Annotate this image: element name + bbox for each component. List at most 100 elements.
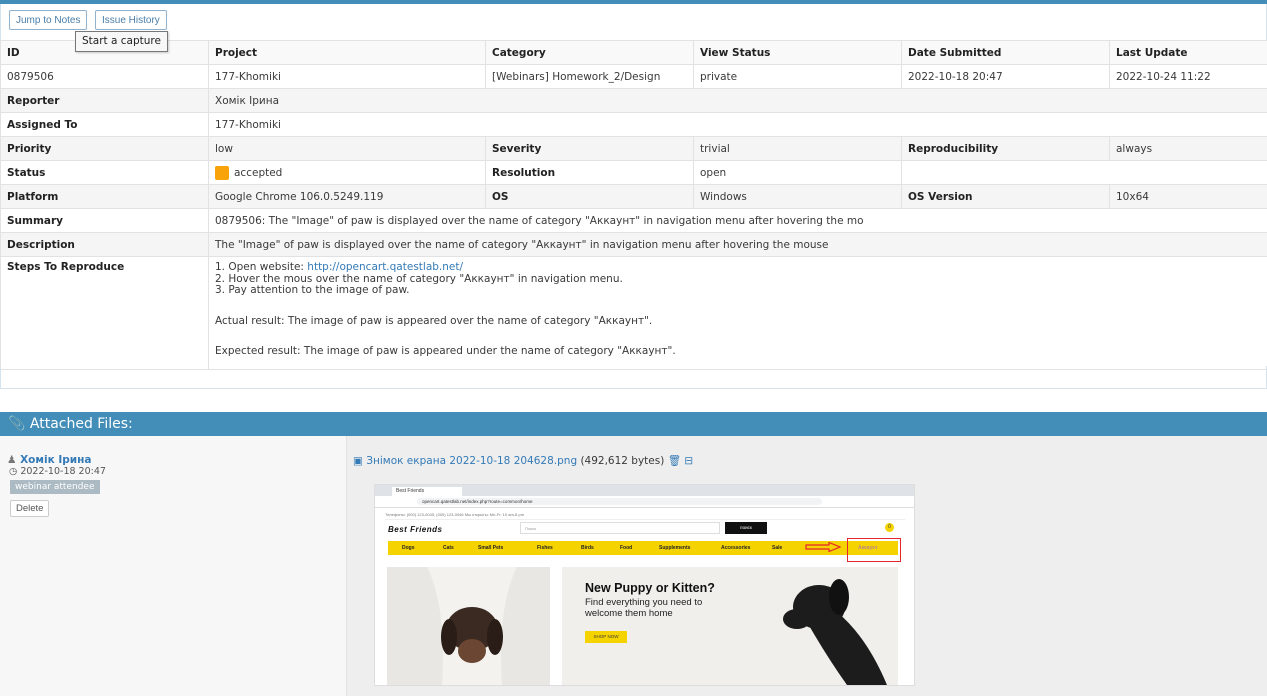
os-version-value: 10x64 [1109, 184, 1267, 209]
summary-label: Summary [0, 208, 209, 233]
issue-details-table: ID Project Category View Status Date Sub… [0, 40, 1267, 370]
reproducibility-value: always [1109, 136, 1267, 161]
priority-value: low [208, 136, 486, 161]
description-row: Description The "Image" of paw is displa… [0, 232, 1267, 257]
details-panel-footer [0, 366, 1267, 389]
header-category: Category [485, 40, 694, 65]
attachment-file-line: ▣ Знімок екрана 2022-10-18 204628.png (4… [353, 454, 693, 467]
site-top-info: Телефоны: (000) 123-0045, (000) 123-0046… [385, 510, 905, 520]
issue-project: 177-Khomiki [208, 64, 486, 89]
resolution-label: Resolution [485, 160, 694, 185]
attachment-file-size: (492,612 bytes) [580, 455, 665, 467]
dachshund-image-icon [427, 567, 517, 685]
hero-subtitle: Find everything you need to welcome them… [585, 597, 703, 619]
browser-url: opencart.qatestlab.net/index.php?route=c… [417, 498, 822, 505]
attachment-thumbnail[interactable]: Best Friends opencart.qatestlab.net/inde… [374, 484, 915, 686]
site-nav-item: Cats [443, 545, 454, 551]
issue-date-submitted: 2022-10-18 20:47 [901, 64, 1110, 89]
issue-toolbar: Jump to Notes Issue History [0, 4, 1267, 40]
jump-to-notes-button[interactable]: Jump to Notes [9, 10, 88, 30]
status-color-square-icon [215, 165, 229, 180]
site-nav-item: Fishes [537, 545, 553, 551]
clock-icon: ◷ [9, 466, 18, 477]
platform-value: Google Chrome 106.0.5249.119 [208, 184, 486, 209]
issue-last-update: 2022-10-24 11:22 [1109, 64, 1267, 89]
site-nav-item: Accessories [721, 545, 751, 551]
platform-row: Platform Google Chrome 106.0.5249.119 OS… [0, 184, 1267, 209]
os-version-label: OS Version [901, 184, 1110, 209]
image-file-icon: ▣ [353, 455, 363, 467]
description-value: The "Image" of paw is displayed over the… [208, 232, 1267, 257]
step-3-text: 3. Pay attention to the image of paw. [215, 284, 410, 296]
attachment-date-text: 2022-10-18 20:47 [20, 466, 106, 477]
reproducibility-label: Reproducibility [901, 136, 1110, 161]
actual-result-text: Actual result: The image of paw is appea… [215, 314, 653, 327]
issue-history-button[interactable]: Issue History [95, 10, 167, 30]
status-value: accepted [234, 166, 283, 179]
assigned-value: 177-Khomiki [208, 112, 1267, 137]
reporter-value: Хомік Ірина [208, 88, 1267, 113]
browser-tab: Best Friends [392, 487, 462, 496]
status-row: Status accepted Resolution open [0, 160, 1267, 185]
steps-row: Steps To Reproduce 1. Open website: http… [0, 256, 1267, 370]
attached-files-header: 📎 Attached Files: [0, 412, 1267, 436]
reporter-label: Reporter [0, 88, 209, 113]
site-cart-icon: 0 [885, 523, 894, 532]
header-date-submitted: Date Submitted [901, 40, 1110, 65]
attachment-meta: ♟ Хомік Ірина ◷ 2022-10-18 20:47 webinar… [0, 436, 347, 696]
red-arrow-icon [805, 542, 841, 552]
site-search: Поиск [520, 522, 720, 534]
site-nav-item: Supplements [659, 545, 691, 551]
collapse-icon[interactable]: ⊟ [684, 455, 693, 467]
hero-banner: New Puppy or Kitten? Find everything you… [562, 567, 898, 685]
paperclip-icon: 📎 [8, 416, 26, 432]
site-logo: Best Friends [388, 525, 443, 534]
highlight-box [847, 538, 901, 562]
attachment-preview-area: ▣ Знімок екрана 2022-10-18 204628.png (4… [347, 436, 1267, 696]
opencart-link[interactable]: http://opencart.qatestlab.net/ [307, 261, 463, 273]
user-role-tag: webinar attendee [10, 480, 100, 494]
os-label: OS [485, 184, 694, 209]
platform-label: Platform [0, 184, 209, 209]
status-cell: accepted [208, 160, 486, 185]
delete-attachment-button[interactable]: Delete [10, 500, 50, 517]
site-nav-item: Food [620, 545, 633, 551]
priority-row: Priority low Severity trivial Reproducib… [0, 136, 1267, 161]
capture-tooltip: Start a capture [75, 31, 168, 52]
values-row: 0879506 177-Khomiki [Webinars] Homework_… [0, 64, 1267, 89]
summary-value: 0879506: The "Image" of paw is displayed… [208, 208, 1267, 233]
attachment-user[interactable]: ♟ Хомік Ірина [7, 454, 91, 466]
description-label: Description [0, 232, 209, 257]
header-project: Project [208, 40, 486, 65]
trash-icon[interactable]: 🗑 [668, 455, 681, 467]
site-nav-item: Dogs [402, 545, 415, 551]
assigned-row: Assigned To 177-Khomiki [0, 112, 1267, 137]
shop-now-button: SHOP NOW [585, 631, 627, 643]
issue-view-status: private [693, 64, 902, 89]
browser-address-bar: opencart.qatestlab.net/index.php?route=c… [375, 496, 914, 508]
step-1-text: 1. Open website: [215, 261, 308, 273]
hero-title: New Puppy or Kitten? [585, 581, 715, 595]
header-last-update: Last Update [1109, 40, 1267, 65]
attached-files-title: Attached Files: [29, 416, 133, 432]
status-label: Status [0, 160, 209, 185]
summary-row: Summary 0879506: The "Image" of paw is d… [0, 208, 1267, 233]
priority-label: Priority [0, 136, 209, 161]
site-nav-item: Birds [581, 545, 594, 551]
issue-id: 0879506 [0, 64, 209, 89]
header-view-status: View Status [693, 40, 902, 65]
user-icon: ♟ [7, 454, 17, 466]
issue-category: [Webinars] Homework_2/Design [485, 64, 694, 89]
header-row: ID Project Category View Status Date Sub… [0, 40, 1267, 65]
severity-value: trivial [693, 136, 902, 161]
status-row-empty [901, 160, 1267, 185]
resolution-value: open [693, 160, 902, 185]
attachment-file-link[interactable]: Знімок екрана 2022-10-18 204628.png [366, 455, 577, 467]
browser-tab-strip: Best Friends [375, 485, 914, 496]
assigned-label: Assigned To [0, 112, 209, 137]
severity-label: Severity [485, 136, 694, 161]
steps-label: Steps To Reproduce [0, 256, 209, 370]
black-dog-image-icon [783, 579, 887, 685]
reporter-row: Reporter Хомік Ірина [0, 88, 1267, 113]
site-search-button: поиск [725, 522, 767, 534]
